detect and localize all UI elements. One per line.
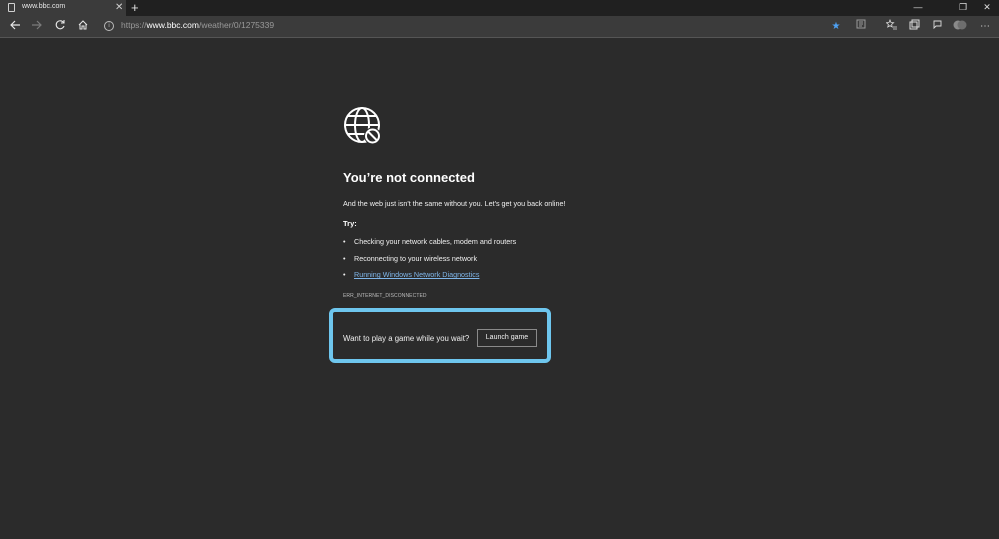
collections-icon[interactable] [907, 19, 921, 34]
maximize-button[interactable]: ❐ [951, 0, 975, 14]
network-diagnostics-link[interactable]: Running Windows Network Diagnostics [354, 270, 479, 279]
error-code: ERR_INTERNET_DISCONNECTED [343, 293, 427, 299]
profile-avatar[interactable] [953, 19, 967, 34]
new-tab-button[interactable]: + [131, 0, 139, 16]
minimize-button[interactable]: — [906, 0, 930, 14]
url-path: /weather/0/1275339 [198, 20, 275, 30]
tab-strip: www.bbc.com ✕ + — ❐ ✕ [0, 0, 999, 16]
tip-check-cables: • Checking your network cables, modem and… [343, 237, 516, 246]
close-tab-icon[interactable]: ✕ [115, 1, 123, 14]
address-bar[interactable]: https://www.bbc.com/weather/0/1275339 [121, 20, 274, 30]
tip-text: Reconnecting to your wireless network [354, 254, 478, 263]
back-icon[interactable] [7, 19, 23, 34]
launch-game-button[interactable]: Launch game [477, 329, 537, 347]
site-info-icon[interactable]: i [104, 21, 114, 31]
refresh-icon[interactable] [52, 19, 68, 34]
reading-view-icon[interactable] [854, 19, 868, 34]
tip-network-diagnostics: • Running Windows Network Diagnostics [343, 270, 479, 279]
game-prompt: Want to play a game while you wait? [343, 334, 470, 343]
favorites-icon[interactable] [884, 18, 898, 34]
browser-tab[interactable]: www.bbc.com ✕ [0, 0, 126, 16]
feedback-icon[interactable] [930, 19, 944, 34]
favorite-star-icon[interactable]: ★ [829, 19, 843, 34]
page-title: You’re not connected [343, 170, 475, 185]
bullet: • [343, 237, 346, 246]
tab-title: www.bbc.com [22, 3, 66, 10]
page-icon [8, 3, 15, 12]
more-options-icon[interactable]: ⋯ [978, 19, 992, 34]
tip-reconnect-wireless: • Reconnecting to your wireless network [343, 254, 477, 263]
forward-icon[interactable] [29, 19, 45, 34]
tip-text: Checking your network cables, modem and … [354, 237, 517, 246]
url-prefix: https:// [121, 20, 147, 30]
home-icon[interactable] [75, 19, 91, 34]
try-heading: Try: [343, 219, 357, 228]
error-description: And the web just isn't the same without … [343, 199, 566, 208]
browser-toolbar: i https://www.bbc.com/weather/0/1275339 … [0, 16, 999, 38]
close-window-button[interactable]: ✕ [975, 0, 999, 14]
globe-blocked-icon [344, 107, 381, 145]
bullet: • [343, 254, 346, 263]
bullet: • [343, 270, 346, 279]
url-host: www.bbc.com [146, 20, 199, 30]
